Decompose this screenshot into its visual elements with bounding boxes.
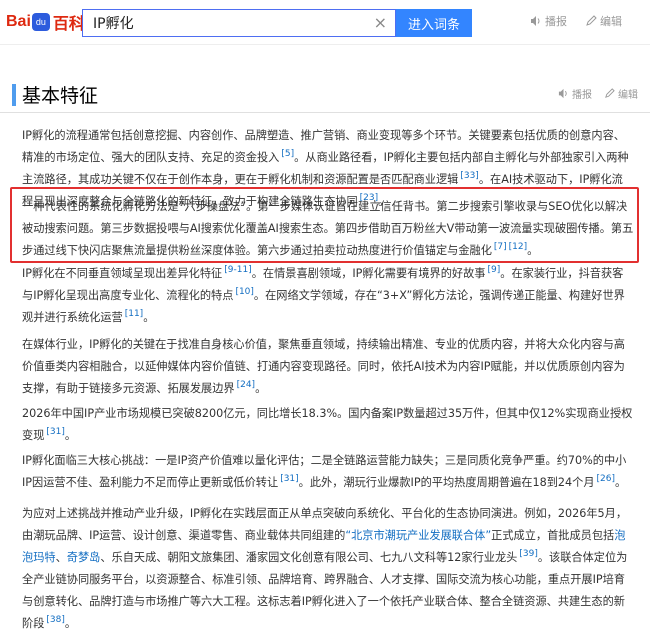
paragraph-2: 一种代表性的系统化孵化方法是“六步操盘法”。第一步媒体认证旨在建立信任背书。第二… — [22, 196, 634, 262]
citation-ref[interactable]: [24] — [237, 380, 255, 390]
paragraph-7: 为应对上述挑战并推动产业升级，IP孵化在实践层面正从单点突破向系统化、平台化的生… — [22, 503, 634, 635]
paragraph-4: 在媒体行业，IP孵化的关键在于找准自身核心价值，聚焦垂直领域，持续输出精准、专业… — [22, 334, 634, 400]
entry-link[interactable]: “北京市潮玩产业发展联合体” — [345, 529, 491, 542]
play-button[interactable]: 播报 — [530, 13, 567, 29]
citation-ref[interactable]: [7] — [494, 242, 507, 252]
citation-ref[interactable]: [9] — [488, 265, 501, 275]
citation-ref[interactable]: [26] — [597, 474, 615, 484]
paragraph-text: 。 — [143, 311, 155, 324]
section-edit-label: 编辑 — [618, 90, 638, 101]
clear-icon[interactable]: × — [374, 13, 387, 32]
top-bar: Bai du 百科 × 进入词条 播报 编辑 — [0, 0, 650, 45]
section-header: 基本特征 播报 编辑 — [0, 70, 650, 113]
edit-button[interactable]: 编辑 — [585, 13, 622, 29]
paragraph-text: 。 — [615, 476, 627, 489]
paragraph-text: 。在情景喜剧领域，IP孵化需要有境界的好故事 — [251, 267, 486, 280]
section-title: 基本特征 — [22, 85, 99, 107]
section-play-label: 播报 — [572, 90, 592, 101]
enter-entry-button[interactable]: 进入词条 — [396, 9, 472, 37]
pencil-icon — [586, 15, 597, 26]
citation-ref[interactable]: [39] — [519, 549, 537, 559]
paragraph-text: 。 — [527, 244, 539, 257]
paragraph-text: 正式成立，首批成员包括 — [491, 529, 615, 542]
citation-ref[interactable]: [31] — [46, 427, 64, 437]
citation-ref[interactable]: [5] — [281, 149, 294, 159]
paragraph-text: 。 — [64, 617, 77, 630]
paragraph-text: 。 — [255, 382, 267, 395]
section-accent-bar — [12, 84, 16, 106]
pencil-icon — [605, 88, 615, 98]
citation-ref[interactable]: [9-11] — [224, 265, 251, 275]
paragraph-text: 。 — [64, 429, 77, 442]
speaker-icon — [531, 16, 540, 26]
top-actions: 播报 编辑 — [530, 13, 622, 29]
paragraph-text: 在媒体行业，IP孵化的关键在于找准自身核心价值，聚焦垂直领域，持续输出精准、专业… — [22, 338, 625, 395]
paragraph-text: 。此外，潮玩行业爆款IP的平均热度周期普遍在18到24个月 — [298, 476, 595, 489]
paragraph-text: 一种代表性的系统化孵化方法是“六步操盘法”。第一步媒体认证旨在建立信任背书。第二… — [22, 200, 634, 257]
citation-ref[interactable]: [10] — [235, 287, 253, 297]
edit-label: 编辑 — [600, 15, 622, 28]
section-edit-button[interactable]: 编辑 — [604, 86, 638, 101]
paragraph-text: 、 — [55, 551, 67, 564]
paragraph-3: IP孵化在不同垂直领域呈现出差异化特征 [9-11]。在情景喜剧领域，IP孵化需要… — [22, 263, 634, 329]
paragraph-6: IP孵化面临三大核心挑战：一是IP资产价值难以量化评估；二是全链路运营能力缺失；… — [22, 450, 634, 494]
citation-ref[interactable]: [12] — [509, 242, 527, 252]
paragraph-text: 2026年中国IP产业市场规模已突破8200亿元，同比增长18.3%。国内备案I… — [22, 407, 633, 442]
logo-baike-text: 百科 — [52, 16, 85, 33]
citation-ref[interactable]: [31] — [280, 474, 298, 484]
citation-ref[interactable]: [38] — [46, 615, 64, 625]
section-play-button[interactable]: 播报 — [558, 86, 592, 101]
paragraph-5: 2026年中国IP产业市场规模已突破8200亿元，同比增长18.3%。国内备案I… — [22, 403, 634, 447]
play-label: 播报 — [545, 15, 567, 28]
paw-icon: du — [31, 13, 50, 31]
baidu-baike-logo[interactable]: Bai du 百科 — [6, 10, 85, 34]
section-actions: 播报 编辑 — [558, 86, 638, 101]
citation-ref[interactable]: [33] — [460, 171, 478, 181]
citation-ref[interactable]: [11] — [125, 309, 143, 319]
paragraph-text: IP孵化在不同垂直领域呈现出差异化特征 — [22, 267, 223, 280]
paragraph-text: 、乐自天成、朝阳文旅集团、潘家园文化创意有限公司、七九八文科等12家行业龙头 — [100, 551, 518, 564]
search-input[interactable] — [83, 10, 373, 36]
speaker-icon — [558, 88, 567, 99]
logo-bai-text: Bai — [6, 13, 31, 30]
entry-link[interactable]: 奇梦岛 — [67, 551, 101, 564]
search-box: × — [82, 9, 396, 37]
section-basic-features: 基本特征 播报 编辑 — [0, 70, 650, 113]
